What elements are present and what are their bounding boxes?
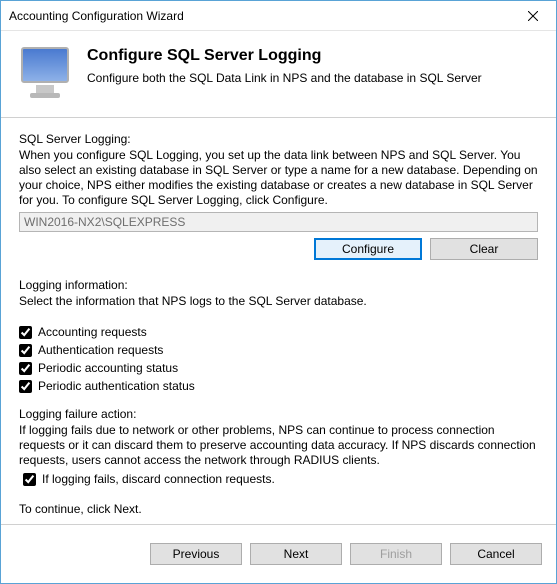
sql-logging-label: SQL Server Logging: (19, 132, 538, 146)
checkbox-label: Periodic authentication status (38, 379, 195, 393)
wizard-window: Accounting Configuration Wizard Configur… (0, 0, 557, 584)
failure-label: Logging failure action: (19, 407, 538, 421)
sql-logging-desc: When you configure SQL Logging, you set … (19, 148, 538, 208)
monitor-icon (17, 43, 73, 99)
checkbox-label: Accounting requests (38, 325, 147, 339)
next-button[interactable]: Next (250, 543, 342, 565)
checkbox-periodic-authentication[interactable] (19, 380, 32, 393)
configure-button[interactable]: Configure (314, 238, 422, 260)
sql-server-input[interactable] (19, 212, 538, 232)
failure-desc: If logging fails due to network or other… (19, 423, 538, 468)
content-area: SQL Server Logging: When you configure S… (1, 118, 556, 524)
wizard-header: Configure SQL Server Logging Configure b… (1, 31, 556, 118)
clear-button[interactable]: Clear (430, 238, 538, 260)
wizard-footer: Previous Next Finish Cancel (1, 524, 556, 583)
checkbox-accounting-requests[interactable] (19, 326, 32, 339)
checkbox-discard-on-fail[interactable] (23, 473, 36, 486)
window-title: Accounting Configuration Wizard (9, 9, 184, 23)
logging-info-desc: Select the information that NPS logs to … (19, 294, 538, 309)
cancel-button[interactable]: Cancel (450, 543, 542, 565)
page-subtitle: Configure both the SQL Data Link in NPS … (87, 71, 482, 85)
checkbox-label: If logging fails, discard connection req… (42, 472, 275, 486)
page-title: Configure SQL Server Logging (87, 47, 482, 65)
previous-button[interactable]: Previous (150, 543, 242, 565)
checkbox-label: Authentication requests (38, 343, 163, 357)
checkbox-authentication-requests[interactable] (19, 344, 32, 357)
finish-button: Finish (350, 543, 442, 565)
checkbox-label: Periodic accounting status (38, 361, 178, 375)
logging-info-label: Logging information: (19, 278, 538, 292)
titlebar: Accounting Configuration Wizard (1, 1, 556, 31)
continue-text: To continue, click Next. (19, 502, 538, 516)
checkbox-periodic-accounting[interactable] (19, 362, 32, 375)
close-button[interactable] (510, 1, 556, 31)
close-icon (528, 11, 538, 21)
